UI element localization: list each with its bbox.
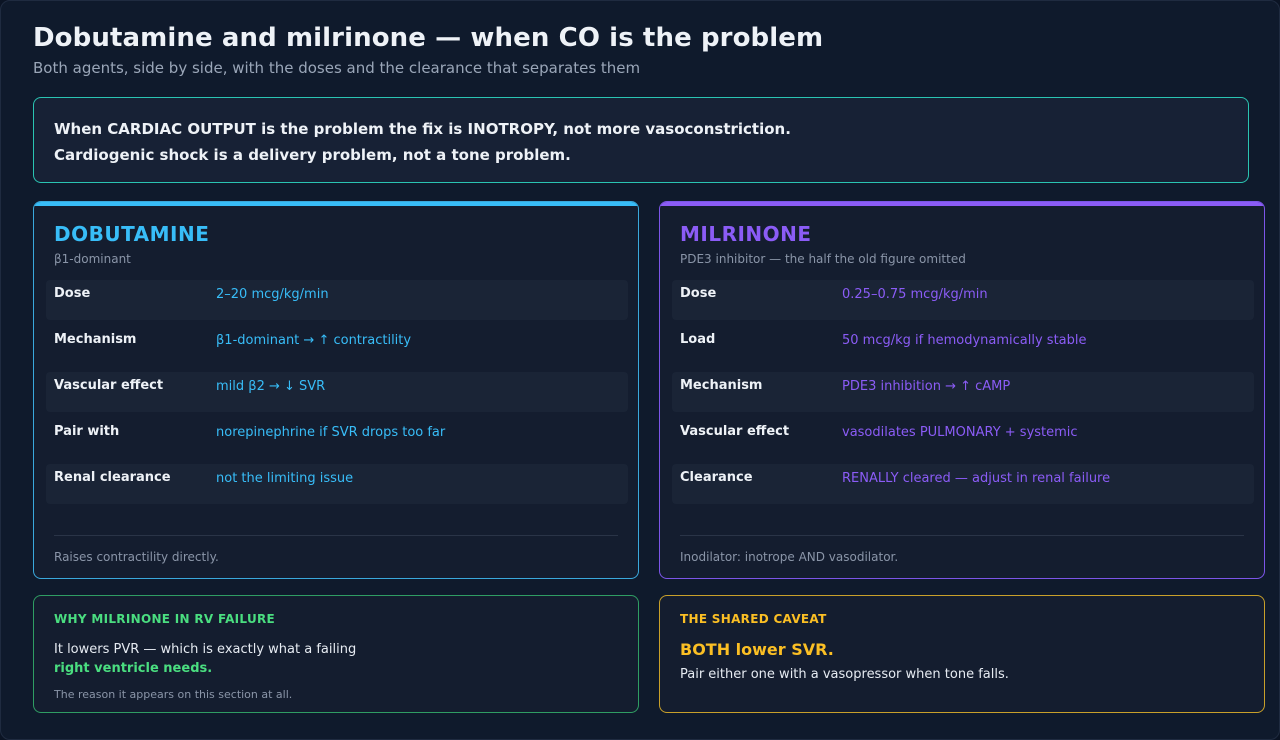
milrinone-tag: PDE3 inhibitor — the half the old figure…	[680, 252, 966, 266]
property-row: Pair with norepinephrine if SVR drops to…	[46, 418, 628, 458]
property-value: 0.25–0.75 mcg/kg/min	[842, 287, 988, 302]
rv-failure-emphasis: right ventricle needs.	[54, 661, 213, 676]
property-key: Vascular effect	[54, 378, 164, 393]
card-divider	[54, 535, 618, 536]
caveat-headline: BOTH lower SVR.	[680, 640, 834, 659]
callout-line-2: Cardiogenic shock is a delivery problem,…	[54, 146, 571, 164]
rv-failure-box: WHY MILRINONE IN RV FAILURE It lowers PV…	[33, 595, 639, 713]
key-message-callout: When CARDIAC OUTPUT is the problem the f…	[33, 97, 1249, 183]
property-value: PDE3 inhibition → ↑ cAMP	[842, 379, 1011, 394]
property-value: mild β2 → ↓ SVR	[216, 379, 326, 394]
property-row: Mechanism PDE3 inhibition → ↑ cAMP	[672, 372, 1254, 412]
property-key: Dose	[54, 286, 91, 301]
property-value: not the limiting issue	[216, 471, 354, 486]
property-value: vasodilates PULMONARY + systemic	[842, 425, 1078, 440]
property-key: Dose	[680, 286, 717, 301]
property-row: Vascular effect mild β2 → ↓ SVR	[46, 372, 628, 412]
property-row: Dose 2–20 mcg/kg/min	[46, 280, 628, 320]
property-key: Load	[680, 332, 716, 347]
page-title: Dobutamine and milrinone — when CO is th…	[33, 23, 824, 53]
property-key: Mechanism	[680, 378, 763, 393]
milrinone-accent-bar	[660, 202, 1264, 206]
rv-failure-body: It lowers PVR — which is exactly what a …	[54, 642, 357, 657]
milrinone-properties: Dose 0.25–0.75 mcg/kg/min Load 50 mcg/kg…	[672, 280, 1254, 510]
shared-caveat-box: THE SHARED CAVEAT BOTH lower SVR. Pair e…	[659, 595, 1265, 713]
caveat-body: Pair either one with a vasopressor when …	[680, 667, 1009, 682]
dobutamine-properties: Dose 2–20 mcg/kg/min Mechanism β1-domina…	[46, 280, 628, 510]
slide-frame: Dobutamine and milrinone — when CO is th…	[0, 0, 1280, 740]
property-key: Pair with	[54, 424, 120, 439]
milrinone-title: MILRINONE	[680, 222, 812, 246]
property-value: norepinephrine if SVR drops too far	[216, 425, 446, 440]
card-divider	[680, 535, 1244, 536]
dobutamine-title: DOBUTAMINE	[54, 222, 210, 246]
page-subtitle: Both agents, side by side, with the dose…	[33, 59, 641, 77]
property-row: Mechanism β1-dominant → ↑ contractility	[46, 326, 628, 366]
property-value: RENALLY cleared — adjust in renal failur…	[842, 471, 1111, 486]
property-key: Clearance	[680, 470, 753, 485]
property-key: Vascular effect	[680, 424, 790, 439]
property-row: Dose 0.25–0.75 mcg/kg/min	[672, 280, 1254, 320]
milrinone-card: MILRINONE PDE3 inhibitor — the half the …	[659, 201, 1265, 579]
rv-failure-label: WHY MILRINONE IN RV FAILURE	[54, 612, 276, 626]
property-key: Renal clearance	[54, 470, 171, 485]
milrinone-footer: Inodilator: inotrope AND vasodilator.	[680, 550, 899, 564]
property-row: Renal clearance not the limiting issue	[46, 464, 628, 504]
property-row: Load 50 mcg/kg if hemodynamically stable	[672, 326, 1254, 366]
dobutamine-accent-bar	[34, 202, 638, 206]
property-value: β1-dominant → ↑ contractility	[216, 333, 412, 348]
callout-line-1: When CARDIAC OUTPUT is the problem the f…	[54, 120, 791, 138]
rv-failure-note: The reason it appears on this section at…	[54, 688, 293, 701]
property-key: Mechanism	[54, 332, 137, 347]
dobutamine-footer: Raises contractility directly.	[54, 550, 219, 564]
property-value: 50 mcg/kg if hemodynamically stable	[842, 333, 1087, 348]
property-row: Vascular effect vasodilates PULMONARY + …	[672, 418, 1254, 458]
dobutamine-tag: β1-dominant	[54, 252, 131, 266]
dobutamine-card: DOBUTAMINE β1-dominant Dose 2–20 mcg/kg/…	[33, 201, 639, 579]
property-row: Clearance RENALLY cleared — adjust in re…	[672, 464, 1254, 504]
property-value: 2–20 mcg/kg/min	[216, 287, 329, 302]
caveat-label: THE SHARED CAVEAT	[680, 612, 827, 626]
